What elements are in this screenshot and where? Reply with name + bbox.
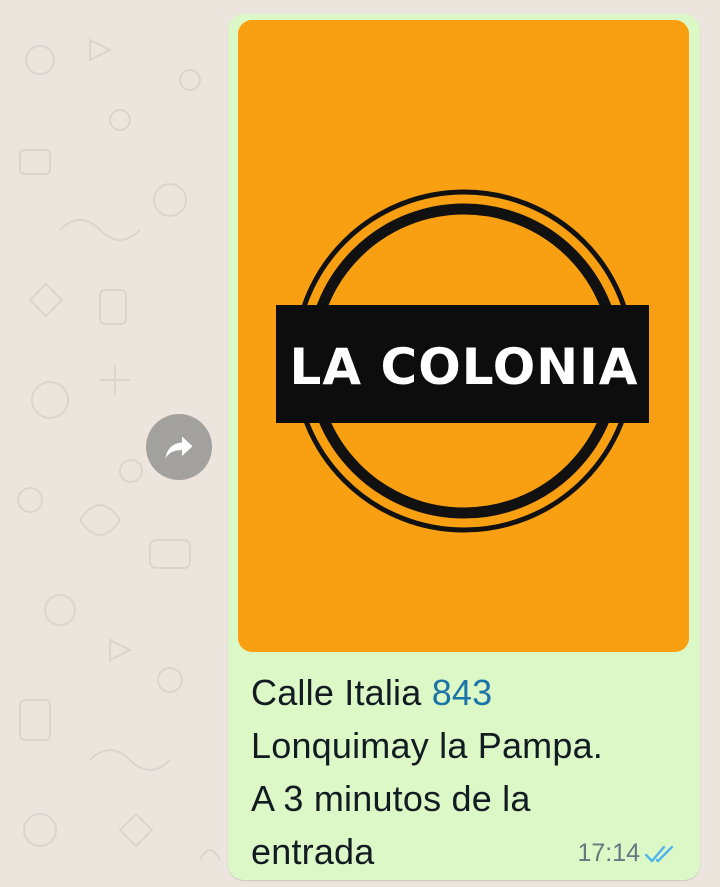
forward-icon <box>165 436 193 459</box>
message-bubble[interactable]: LA COLONIA Calle Italia 843 Lonquimay la… <box>228 14 700 880</box>
caption-line-2: Lonquimay la Pampa. <box>251 725 604 766</box>
caption-line-1: Calle Italia 843 <box>251 666 681 719</box>
double-check-read-icon <box>644 845 674 862</box>
la-colonia-logo: LA COLONIA <box>238 20 689 652</box>
caption-street: Calle Italia <box>251 672 432 713</box>
forward-button[interactable] <box>146 414 212 480</box>
phone-number-link[interactable]: 843 <box>432 672 493 713</box>
message-meta: 17:14 <box>577 839 678 868</box>
message-time: 17:14 <box>577 839 640 867</box>
caption-line-3: A 3 minutos de la <box>251 778 531 819</box>
message-image[interactable]: LA COLONIA <box>238 20 689 652</box>
logo-text: LA COLONIA <box>290 338 639 396</box>
